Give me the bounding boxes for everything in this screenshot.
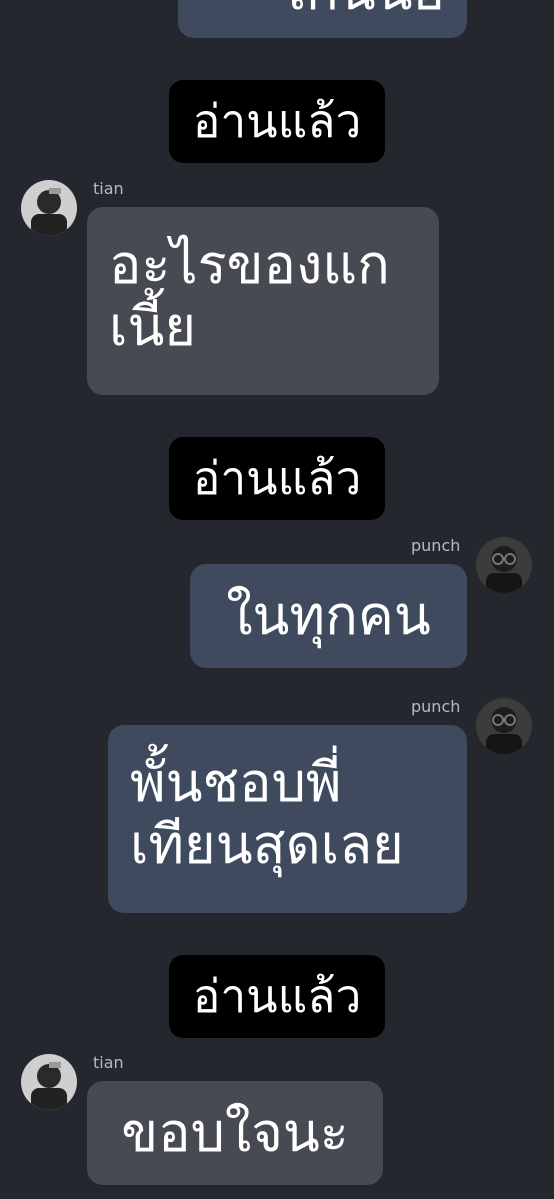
read-receipt: อ่านแล้ว [169,437,385,520]
message-bubble-outgoing[interactable]: เกินน้อ [178,0,467,38]
tian-avatar[interactable] [21,180,77,236]
message-bubble-incoming[interactable]: อะไรของแก เนี้ย [87,207,439,395]
message-text: อะไรของแก เนี้ย [109,233,390,358]
sender-name: tian [93,1053,124,1072]
punch-avatar[interactable] [476,698,532,754]
message-bubble-incoming[interactable]: ขอบใจนะ [87,1081,383,1185]
sender-name: punch [411,697,461,716]
message-text: พั้นชอบพี่ เทียนสุดเลย [130,751,404,876]
profile-photo-icon [476,698,532,754]
message-text: เกินน้อ [288,0,445,22]
message-bubble-outgoing[interactable]: พั้นชอบพี่ เทียนสุดเลย [108,725,467,913]
read-receipt: อ่านแล้ว [169,955,385,1038]
profile-photo-icon [21,180,77,236]
tian-avatar[interactable] [21,1054,77,1110]
message-text: ขอบใจนะ [121,1101,349,1164]
read-receipt: อ่านแล้ว [169,80,385,163]
message-bubble-outgoing[interactable]: ในทุกคน [190,564,467,668]
punch-avatar[interactable] [476,537,532,593]
profile-photo-icon [21,1054,77,1110]
profile-photo-icon [476,537,532,593]
sender-name: punch [411,536,461,555]
sender-name: tian [93,179,124,198]
message-text: ในทุกคน [226,584,431,647]
